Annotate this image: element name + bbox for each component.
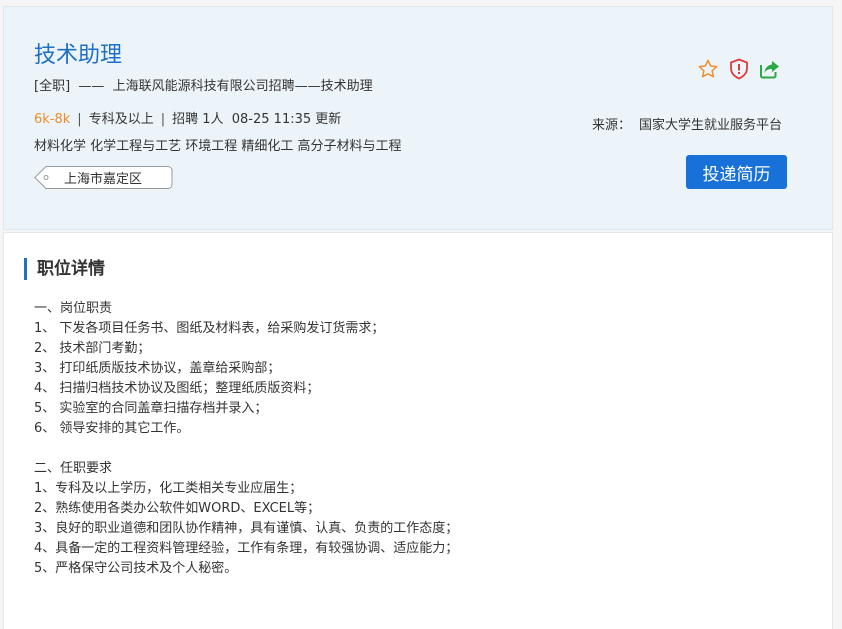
responsibilities-heading: 一、岗位职责 <box>34 301 113 316</box>
education-requirement: 专科及以上 <box>88 112 154 127</box>
requirement-item: 5、严格保守公司技术及个人秘密。 <box>34 561 238 576</box>
majors-list: 材料化学 化学工程与工艺 环境工程 精细化工 高分子材料与工程 <box>34 139 402 154</box>
responsibility-item: 3、 打印纸质版技术协议，盖章给采购部； <box>34 361 281 376</box>
salary-range: 6k-8k <box>34 112 71 127</box>
responsibility-item: 2、 技术部门考勤； <box>34 341 151 356</box>
location-text: 上海市嘉定区 <box>64 172 143 187</box>
responsibility-item: 6、 领导安排的其它工作。 <box>34 421 190 436</box>
shield-alert-icon[interactable] <box>728 58 750 80</box>
apply-resume-button[interactable]: 投递简历 <box>686 155 787 189</box>
location-tag: 上海市嘉定区 <box>34 166 173 189</box>
source-value: 国家大学生就业服务平台 <box>638 118 782 133</box>
responsibility-item: 5、 实验室的合同盖章扫描存档并录入； <box>34 401 268 416</box>
job-source: 来源： 国家大学生就业服务平台 <box>592 114 782 133</box>
job-title: 技术助理 <box>34 43 123 68</box>
action-icons <box>697 58 781 80</box>
section-heading: 职位详情 <box>24 258 105 280</box>
requirement-item: 3、良好的职业道德和团队协作精神，具有谨慎、认真、负责的工作态度； <box>34 521 459 536</box>
headcount: 招聘 1人 <box>172 112 224 127</box>
requirement-item: 2、熟练使用各类办公软件如WORD、EXCEL等； <box>34 501 321 516</box>
job-description: 一、岗位职责 1、 下发各项目任务书、图纸及材料表，给采购发订货需求； 2、 技… <box>34 299 458 579</box>
star-icon[interactable] <box>697 58 719 80</box>
requirements-heading: 二、任职要求 <box>34 461 113 476</box>
responsibility-item: 4、 扫描归档技术协议及图纸；整理纸质版资料； <box>34 381 320 396</box>
job-header-card: 技术助理 [全职] —— 上海联风能源科技有限公司招聘——技术助理 6k-8k |… <box>3 6 833 230</box>
separator: | <box>77 112 82 127</box>
source-label: 来源： <box>591 118 631 133</box>
job-subtitle: [全职] —— 上海联风能源科技有限公司招聘——技术助理 <box>34 79 373 94</box>
responsibility-item: 1、 下发各项目任务书、图纸及材料表，给采购发订货需求； <box>34 321 385 336</box>
requirement-item: 1、专科及以上学历，化工类相关专业应届生； <box>34 481 303 496</box>
separator: | <box>160 112 166 127</box>
requirement-item: 4、具备一定的工程资料管理经验，工作有条理，有较强协调、适应能力； <box>34 541 459 556</box>
job-detail-card: 职位详情 一、岗位职责 1、 下发各项目任务书、图纸及材料表，给采购发订货需求；… <box>3 232 833 629</box>
update-time: 08-25 11:35 更新 <box>231 112 342 127</box>
job-meta-row: 6k-8k | 专科及以上 | 招聘 1人 08-25 11:35 更新 <box>34 108 341 127</box>
share-icon[interactable] <box>759 58 781 80</box>
